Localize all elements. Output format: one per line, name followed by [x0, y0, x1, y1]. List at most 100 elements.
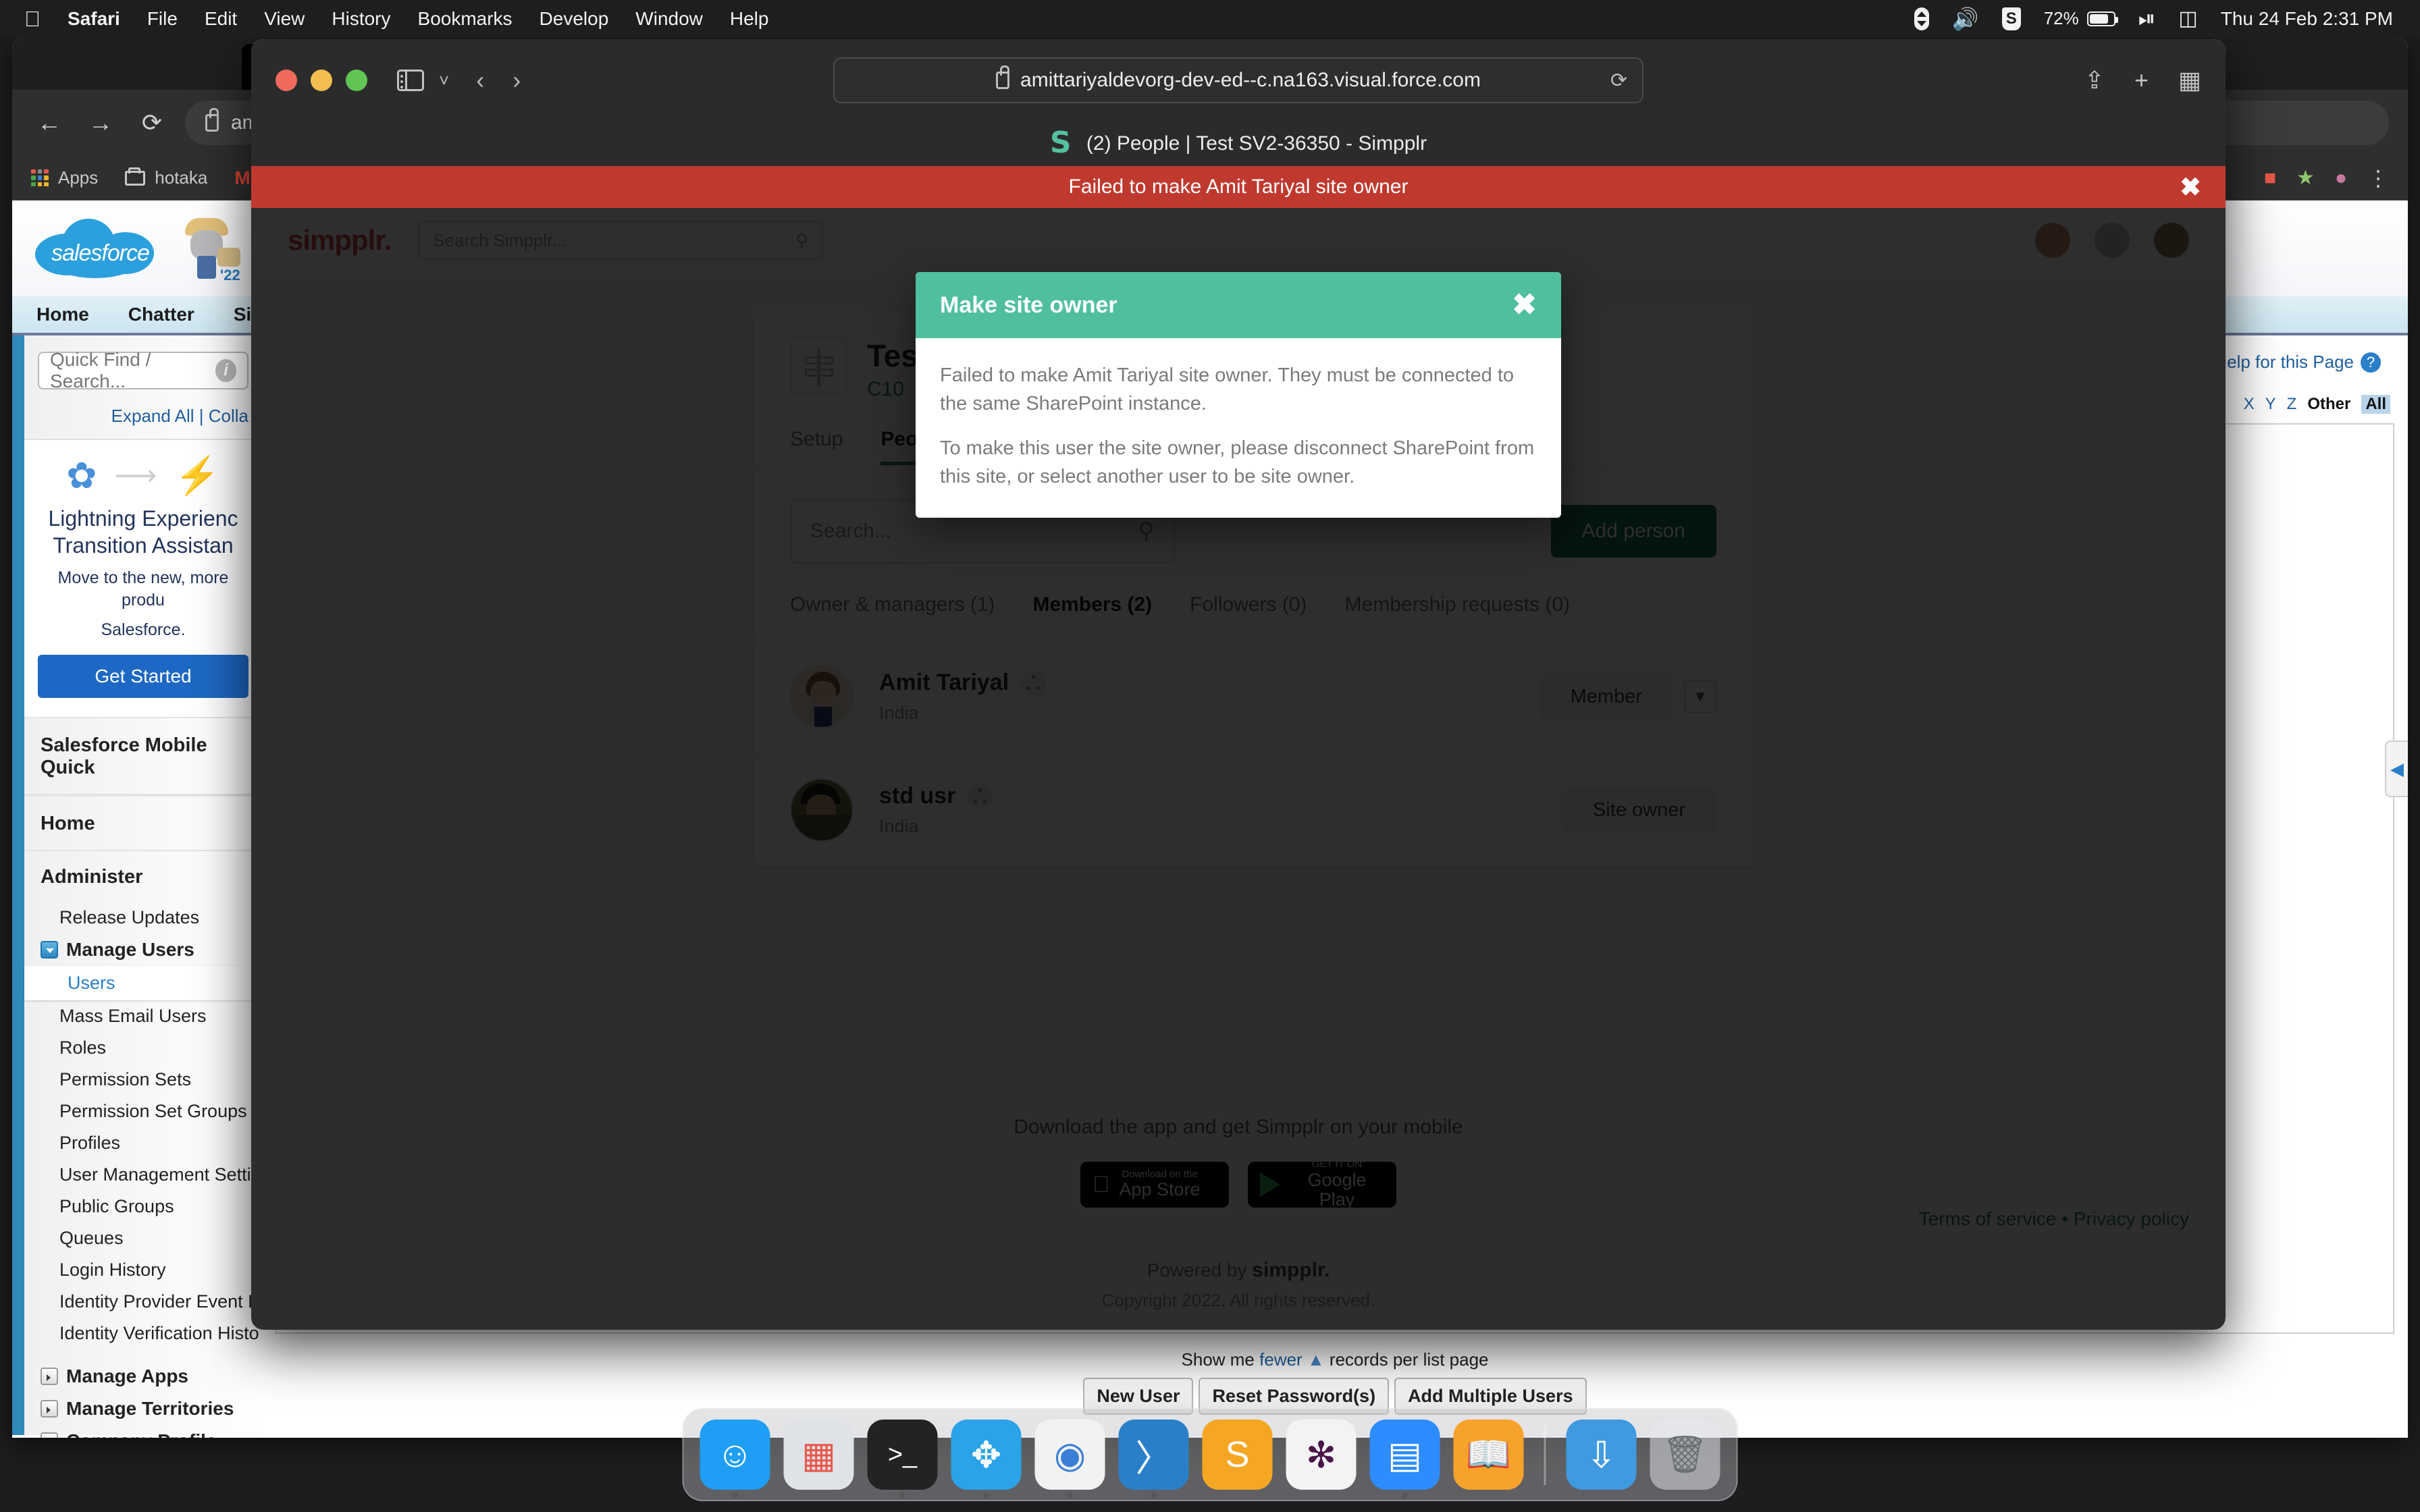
bookmark-hotaka[interactable]: hotaka	[125, 167, 207, 188]
expand-all-link[interactable]: Expand All	[111, 406, 194, 426]
sidebar-group-manage-users[interactable]: Manage Users	[24, 934, 262, 966]
sf-administer-header: Administer	[24, 851, 262, 902]
zoom-window-button[interactable]	[346, 70, 367, 91]
sf-tab-chatter[interactable]: Chatter	[128, 304, 194, 325]
reload-icon[interactable]: ⟳	[1610, 69, 1627, 92]
chevron-right-icon[interactable]	[41, 1368, 58, 1385]
chevron-down-icon[interactable]: ˅	[439, 70, 449, 91]
dock-item-trash[interactable]: 🗑	[1650, 1420, 1720, 1490]
sidebar-item-permission-set-groups[interactable]: Permission Set Groups	[24, 1096, 262, 1127]
quick-find-input[interactable]: Quick Find / Search... i	[38, 352, 248, 389]
menu-help[interactable]: Help	[730, 8, 769, 30]
volume-icon[interactable]: 🔊	[1952, 6, 1979, 32]
dock-item-books[interactable]: 📖	[1454, 1420, 1524, 1490]
plus-icon[interactable]: +	[2134, 66, 2149, 94]
back-chevron-icon[interactable]: ‹	[476, 66, 484, 94]
puzzle-icon[interactable]: ★	[2296, 166, 2315, 190]
help-for-this-page[interactable]: Help for this Page ?	[2214, 352, 2381, 373]
sidebar-item-queues[interactable]: Queues	[24, 1222, 262, 1254]
menu-bookmarks[interactable]: Bookmarks	[418, 8, 512, 30]
forward-arrow-icon[interactable]: →	[82, 105, 119, 141]
sidebar-icon[interactable]	[397, 70, 424, 91]
sidebar-item-mass-email-users[interactable]: Mass Email Users	[24, 1000, 262, 1032]
alpha-y[interactable]: Y	[2265, 395, 2276, 414]
expand-collapse-links: Expand All | Colla	[24, 396, 262, 439]
dock-item-vscode[interactable]: 〉	[1119, 1420, 1189, 1490]
dock-item-zoom[interactable]: ▤	[1370, 1420, 1440, 1490]
dock-item-launchpad[interactable]: ▦	[784, 1420, 854, 1490]
dock-item-chrome[interactable]: ◉	[1035, 1420, 1105, 1490]
dock-item-terminal[interactable]: >_	[868, 1420, 938, 1490]
battery-status[interactable]: 72%	[2044, 8, 2115, 29]
dock-item-slack[interactable]: ✻	[1286, 1420, 1357, 1490]
salesforce-logo[interactable]: salesforce	[35, 215, 154, 282]
records-per-page-note: Show me fewer ▲ records per list page	[262, 1349, 2408, 1370]
sidebar-item-release-updates[interactable]: Release Updates	[24, 902, 262, 934]
quick-find-placeholder: Quick Find / Search...	[50, 349, 215, 392]
tab-grid-icon[interactable]: ▦	[2178, 66, 2201, 94]
chrome-menu-icon[interactable]: ⋮	[2367, 165, 2389, 191]
sidebar-item-users[interactable]: Users	[24, 966, 262, 1000]
reload-icon[interactable]: ⟳	[134, 105, 170, 141]
safari-toolbar: ˅ ‹ › 🛡 amittariyaldevorg-dev-ed--c.na16…	[251, 39, 2226, 122]
profile-avatar[interactable]: ●	[2335, 167, 2347, 190]
extension-icon[interactable]: ■	[2264, 167, 2276, 190]
close-icon[interactable]: ✖	[2180, 172, 2201, 202]
sidebar-group-company-profile[interactable]: Company Profile	[24, 1425, 262, 1438]
menu-develop[interactable]: Develop	[540, 8, 609, 30]
collapse-all-link[interactable]: Colla	[209, 406, 248, 426]
alpha-x[interactable]: X	[2244, 395, 2255, 414]
forward-chevron-icon[interactable]: ›	[512, 66, 521, 94]
dock-item-finder[interactable]: ☺	[700, 1420, 770, 1490]
back-arrow-icon[interactable]: ←	[31, 105, 68, 141]
chevron-right-icon[interactable]	[41, 1432, 58, 1438]
sidebar-item-user-management-settings[interactable]: User Management Settin	[24, 1159, 262, 1191]
get-started-button[interactable]: Get Started	[38, 655, 248, 698]
sidebar-item-profiles[interactable]: Profiles	[24, 1127, 262, 1159]
gmail-icon[interactable]: M	[234, 167, 250, 189]
menu-window[interactable]: Window	[635, 8, 703, 30]
sf-tab-home[interactable]: Home	[36, 304, 89, 325]
dock-divider	[1544, 1424, 1546, 1485]
close-window-button[interactable]	[275, 70, 297, 91]
menu-edit[interactable]: Edit	[205, 8, 237, 30]
share-icon[interactable]: ⇪	[2084, 66, 2105, 94]
error-banner-message: Failed to make Amit Tariyal site owner	[1069, 176, 1409, 198]
menu-history[interactable]: History	[332, 8, 390, 30]
dock-item-downloads[interactable]: ⇩	[1567, 1420, 1637, 1490]
salesforce-sidebar: Quick Find / Search... i Expand All | Co…	[12, 335, 262, 1435]
close-icon[interactable]: ✖	[1512, 290, 1537, 320]
safari-address-bar[interactable]: amittariyaldevorg-dev-ed--c.na163.visual…	[833, 57, 1643, 103]
minimize-window-button[interactable]	[311, 70, 332, 91]
menu-view[interactable]: View	[264, 8, 305, 30]
chevron-right-icon[interactable]	[41, 1400, 58, 1418]
sidebar-item-public-groups[interactable]: Public Groups	[24, 1191, 262, 1222]
show-fewer-link[interactable]: fewer	[1259, 1349, 1303, 1370]
sidebar-item-identity-provider-event-log[interactable]: Identity Provider Event L	[24, 1286, 262, 1318]
modal-paragraph-1: Failed to make Amit Tariyal site owner. …	[940, 361, 1537, 418]
alpha-z[interactable]: Z	[2287, 395, 2297, 414]
sidebar-item-permission-sets[interactable]: Permission Sets	[24, 1064, 262, 1096]
sidebar-item-roles[interactable]: Roles	[24, 1032, 262, 1064]
dock-item-safari[interactable]: ✥	[951, 1420, 1022, 1490]
menu-file[interactable]: File	[147, 8, 178, 30]
sidebar-item-identity-verification-history[interactable]: Identity Verification Histo	[24, 1318, 262, 1349]
sidebar-group-manage-territories[interactable]: Manage Territories	[24, 1393, 262, 1425]
shield-s-icon[interactable]: S	[2002, 7, 2021, 30]
alpha-other[interactable]: Other	[2307, 395, 2350, 414]
dock-item-sublime[interactable]: S	[1203, 1420, 1273, 1490]
sidebar-group-manage-apps[interactable]: Manage Apps	[24, 1360, 262, 1393]
menu-bar-clock[interactable]: Thu 24 Feb 2:31 PM	[2221, 8, 2393, 30]
sidebar-item-login-history[interactable]: Login History	[24, 1254, 262, 1286]
side-panel-toggle[interactable]: ◀	[2385, 740, 2408, 797]
wifi-icon[interactable]: ⏯	[2138, 6, 2156, 32]
sf-home-header[interactable]: Home	[24, 795, 262, 851]
menu-safari[interactable]: Safari	[68, 8, 120, 30]
control-center-icon[interactable]	[1914, 7, 1929, 30]
alpha-all[interactable]: All	[2361, 395, 2390, 414]
chevron-down-icon[interactable]	[41, 941, 58, 959]
toggles-icon[interactable]: ◫	[2178, 7, 2197, 30]
info-icon[interactable]: i	[215, 359, 236, 382]
apple-icon[interactable]: 	[24, 8, 41, 30]
bookmark-apps[interactable]: Apps	[31, 167, 98, 188]
